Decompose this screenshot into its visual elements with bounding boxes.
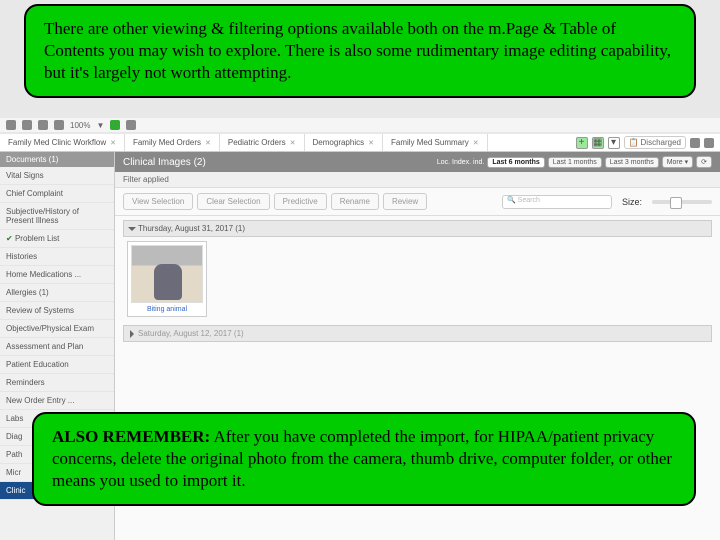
tab-ped-orders[interactable]: Pediatric Orders✕ bbox=[220, 134, 305, 151]
close-icon[interactable]: ✕ bbox=[110, 139, 116, 147]
sb-histories[interactable]: Histories bbox=[0, 248, 114, 266]
thumbnail-image bbox=[131, 245, 203, 303]
toolbar-icon[interactable] bbox=[126, 120, 136, 130]
sb-allergies[interactable]: Allergies (1) bbox=[0, 284, 114, 302]
sb-new-order[interactable]: New Order Entry ... bbox=[0, 392, 114, 410]
image-gallery: Thursday, August 31, 2017 (1) Biting ani… bbox=[115, 216, 720, 346]
instruction-callout-top: There are other viewing & filtering opti… bbox=[24, 4, 696, 98]
ci-title: Clinical Images (2) bbox=[123, 157, 206, 168]
sb-reminders[interactable]: Reminders bbox=[0, 374, 114, 392]
close-icon[interactable]: ✕ bbox=[368, 139, 374, 147]
filter-icon[interactable] bbox=[690, 138, 700, 148]
sb-assessment-plan[interactable]: Assessment and Plan bbox=[0, 338, 114, 356]
filter-more[interactable]: More ▾ bbox=[662, 156, 693, 168]
callout-top-text: There are other viewing & filtering opti… bbox=[44, 18, 676, 84]
refresh-small-icon[interactable]: ⟳ bbox=[696, 156, 712, 168]
filter-applied-row: Filter applied bbox=[115, 172, 720, 188]
date-group-header-collapsed[interactable]: Saturday, August 12, 2017 (1) bbox=[123, 325, 712, 342]
filter-1mo[interactable]: Last 1 months bbox=[548, 157, 602, 168]
sb-problem-list[interactable]: Problem List bbox=[0, 230, 114, 248]
close-icon[interactable]: ✕ bbox=[473, 139, 479, 147]
clinical-images-header: Clinical Images (2) Loc. Index. ind. Las… bbox=[115, 152, 720, 172]
size-slider[interactable] bbox=[652, 200, 712, 204]
close-icon[interactable]: ✕ bbox=[205, 139, 211, 147]
action-button-row: View Selection Clear Selection Predictiv… bbox=[115, 188, 720, 216]
zoom-level: 100% bbox=[70, 121, 90, 130]
sb-hpi[interactable]: Subjective/History of Present Illness bbox=[0, 203, 114, 230]
tab-demographics[interactable]: Demographics✕ bbox=[305, 134, 383, 151]
sb-chief-complaint[interactable]: Chief Complaint bbox=[0, 185, 114, 203]
home-icon[interactable] bbox=[54, 120, 64, 130]
date-group-header[interactable]: Thursday, August 31, 2017 (1) bbox=[123, 220, 712, 237]
collapse-icon bbox=[128, 227, 136, 231]
sb-vital-signs[interactable]: Vital Signs bbox=[0, 167, 114, 185]
callout-bottom-text: ALSO REMEMBER: After you have completed … bbox=[52, 426, 676, 492]
tab-strip: Family Med Clinic Workflow✕ Family Med O… bbox=[0, 134, 720, 152]
expand-icon bbox=[130, 330, 134, 338]
tab-workflow[interactable]: Family Med Clinic Workflow✕ bbox=[0, 134, 125, 151]
tab-list-button[interactable]: ▾ bbox=[608, 137, 620, 149]
image-thumbnail[interactable]: Biting animal bbox=[127, 241, 207, 317]
status-pill: 📋 Discharged bbox=[624, 136, 686, 149]
sb-physical-exam[interactable]: Objective/Physical Exam bbox=[0, 320, 114, 338]
refresh-icon[interactable] bbox=[704, 138, 714, 148]
app-toolbar: 100% ▼ bbox=[0, 118, 720, 132]
btn-review[interactable]: Review bbox=[383, 193, 427, 210]
sb-home-meds[interactable]: Home Medications ... bbox=[0, 266, 114, 284]
btn-clear-selection[interactable]: Clear Selection bbox=[197, 193, 269, 210]
filter-3mo[interactable]: Last 3 months bbox=[605, 157, 659, 168]
btn-predictive[interactable]: Predictive bbox=[274, 193, 327, 210]
instruction-callout-bottom: ALSO REMEMBER: After you have completed … bbox=[32, 412, 696, 506]
sb-patient-education[interactable]: Patient Education bbox=[0, 356, 114, 374]
toolbar-icon[interactable] bbox=[38, 120, 48, 130]
search-input[interactable]: 🔍 Search bbox=[502, 195, 612, 209]
toolbar-icon[interactable] bbox=[6, 120, 16, 130]
thumbnail-caption: Biting animal bbox=[131, 306, 203, 313]
size-label: Size: bbox=[622, 197, 642, 207]
close-icon[interactable]: ✕ bbox=[290, 139, 296, 147]
tab-menu-button[interactable]: ▦ bbox=[592, 137, 604, 149]
filter-6mo[interactable]: Last 6 months bbox=[487, 157, 544, 168]
sb-ros[interactable]: Review of Systems bbox=[0, 302, 114, 320]
tab-fm-summary[interactable]: Family Med Summary✕ bbox=[383, 134, 488, 151]
filter-applied-label: Filter applied bbox=[123, 175, 169, 184]
sidebar-header: Documents (1) bbox=[0, 152, 114, 167]
add-tab-button[interactable]: + bbox=[576, 137, 588, 149]
index-label: Loc. Index. ind. bbox=[437, 159, 484, 166]
toolbar-icon[interactable] bbox=[22, 120, 32, 130]
go-icon[interactable] bbox=[110, 120, 120, 130]
btn-view-selection[interactable]: View Selection bbox=[123, 193, 193, 210]
tab-fm-orders[interactable]: Family Med Orders✕ bbox=[125, 134, 220, 151]
btn-rename[interactable]: Rename bbox=[331, 193, 379, 210]
